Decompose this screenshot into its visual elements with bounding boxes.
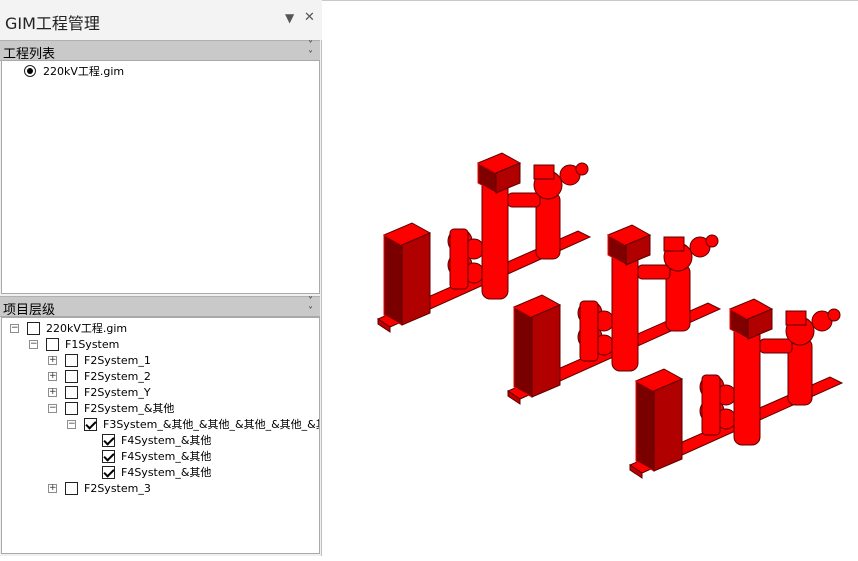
collapse-chevron-icon[interactable]: ˅ ˅ bbox=[308, 41, 313, 61]
dropdown-arrow-icon[interactable]: ▼ bbox=[285, 11, 294, 25]
tree-node[interactable]: + F2System_1 bbox=[48, 352, 151, 368]
tree-node-label: F4System_&其他 bbox=[121, 466, 212, 479]
breaker-body bbox=[579, 300, 599, 362]
collapse-minus-icon[interactable]: − bbox=[29, 339, 38, 349]
collapse-minus-icon[interactable]: − bbox=[10, 323, 19, 333]
connecting-pipe bbox=[759, 338, 793, 354]
tree-node-label: F2System_1 bbox=[84, 353, 151, 367]
tree-node[interactable]: F4System_&其他 bbox=[102, 432, 211, 448]
tree-node-label: F1System bbox=[65, 337, 120, 351]
tree-node-checkbox[interactable] bbox=[65, 481, 78, 495]
panel-title-bar: GIM工程管理 ▼ ✕ bbox=[0, 0, 322, 40]
tree-node[interactable]: − 220kV工程.gim bbox=[10, 320, 127, 336]
operating-box bbox=[785, 310, 807, 326]
gim-project-panel: GIM工程管理 ▼ ✕ 工程列表 ˅ ˅ 220kV工程.gim 项目层级 ˅ ˅ … bbox=[0, 0, 322, 556]
expand-plus-icon[interactable]: + bbox=[48, 371, 57, 381]
breaker-body bbox=[449, 228, 469, 290]
tree-node-checkbox[interactable] bbox=[102, 465, 115, 479]
tree-node-checkbox[interactable] bbox=[84, 417, 97, 431]
tree-node-label: F2System_Y bbox=[84, 385, 151, 399]
cabinet-side bbox=[531, 304, 561, 398]
tree-node[interactable]: + F2System_Y bbox=[48, 384, 151, 400]
connecting-pipe bbox=[507, 192, 541, 208]
project-tree-header-label: 项目层级 bbox=[3, 303, 56, 318]
project-list: 220kV工程.gim bbox=[1, 60, 320, 294]
tree-node-checkbox[interactable] bbox=[27, 321, 40, 335]
connecting-pipe bbox=[637, 264, 671, 280]
operating-box bbox=[533, 164, 555, 180]
cabinet-front bbox=[635, 380, 655, 472]
project-tree: −220kV工程.gim − F1System + F2System_1 + F2Syste… bbox=[1, 317, 320, 554]
close-icon[interactable]: ✕ bbox=[304, 10, 315, 25]
tree-node-checkbox[interactable] bbox=[65, 401, 78, 415]
tree-node-checkbox[interactable] bbox=[65, 369, 78, 383]
expand-plus-icon[interactable]: + bbox=[48, 355, 57, 365]
tree-node-label: F2System_3 bbox=[84, 481, 151, 495]
tree-node[interactable]: F4System_&其他 bbox=[102, 464, 211, 480]
tree-node[interactable]: F4System_&其他 bbox=[102, 448, 211, 464]
main-cylinder bbox=[733, 324, 761, 446]
expand-plus-icon[interactable]: + bbox=[48, 483, 57, 493]
panel-title: GIM工程管理 bbox=[5, 14, 100, 33]
breaker-body bbox=[701, 374, 721, 436]
tree-node-label: F4System_&其他 bbox=[121, 450, 212, 463]
project-tree-header[interactable]: 项目层级 ˅ ˅ bbox=[0, 296, 320, 318]
tree-node-checkbox[interactable] bbox=[102, 433, 115, 447]
collapse-minus-icon[interactable]: − bbox=[67, 419, 76, 429]
project-list-item[interactable]: 220kV工程.gim bbox=[24, 63, 124, 79]
cabinet-side bbox=[401, 232, 431, 326]
substation-model-scene bbox=[376, 152, 844, 479]
tree-node-label: F2System_&其他 bbox=[84, 402, 175, 415]
tree-node-label: F4System_&其他 bbox=[121, 434, 212, 447]
flange bbox=[827, 308, 841, 322]
tree-node-checkbox[interactable] bbox=[102, 449, 115, 463]
cabinet-side bbox=[653, 378, 683, 472]
flange bbox=[575, 162, 589, 176]
tree-node[interactable]: + F2System_2 bbox=[48, 368, 151, 384]
tree-node-label: F2System_2 bbox=[84, 369, 151, 383]
expand-plus-icon[interactable]: + bbox=[48, 387, 57, 397]
radio-selected-icon[interactable] bbox=[24, 65, 36, 77]
tree-node[interactable]: − F3System_&其他_&其他_&其他_&其他_&其 bbox=[67, 416, 320, 432]
collapse-chevron-icon[interactable]: ˅ ˅ bbox=[308, 297, 313, 317]
cabinet-front bbox=[383, 234, 403, 326]
main-cylinder bbox=[481, 178, 509, 300]
tree-node[interactable]: + F2System_3 bbox=[48, 480, 151, 496]
3d-viewport[interactable] bbox=[322, 0, 858, 556]
tree-node-label: F3System_&其他_&其他_&其他_&其他_&其 bbox=[103, 418, 320, 431]
cabinet-front bbox=[513, 306, 533, 398]
flange bbox=[705, 234, 719, 248]
tree-node-checkbox[interactable] bbox=[65, 385, 78, 399]
main-cylinder bbox=[611, 250, 639, 372]
project-list-header[interactable]: 工程列表 ˅ ˅ bbox=[0, 40, 320, 62]
tree-node-checkbox[interactable] bbox=[46, 337, 59, 351]
collapse-minus-icon[interactable]: − bbox=[48, 403, 57, 413]
tree-node-label: 220kV工程.gim bbox=[46, 322, 128, 335]
tree-node[interactable]: − F1System bbox=[29, 336, 119, 352]
operating-box bbox=[663, 236, 685, 252]
tree-node[interactable]: − F2System_&其他 bbox=[48, 400, 174, 416]
tree-node-checkbox[interactable] bbox=[65, 353, 78, 367]
project-list-item-label: 220kV工程.gim bbox=[43, 65, 125, 78]
